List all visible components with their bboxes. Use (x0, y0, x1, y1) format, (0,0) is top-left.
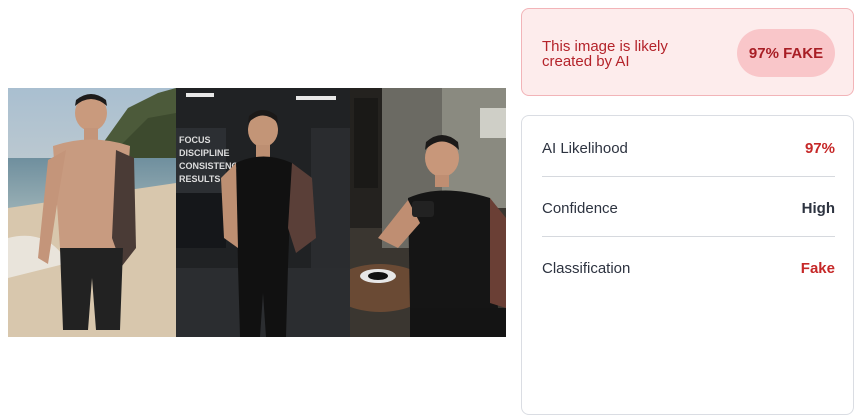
analysis-details-panel: AI Likelihood 97% Confidence High Classi… (521, 115, 854, 415)
photo-gym: FOCUS DISCIPLINE CONSISTENCY RESULTS (176, 88, 350, 337)
detail-row-confidence: Confidence High (542, 180, 835, 237)
detail-value: 97% (804, 139, 835, 157)
svg-text:RESULTS: RESULTS (179, 174, 220, 184)
detail-row-classification: Classification Fake (542, 240, 835, 296)
photo-cafe (350, 88, 506, 337)
result-banner: This image is likely created by AI 97% F… (521, 8, 854, 96)
result-message: This image is likely created by AI (542, 38, 668, 70)
detail-label: AI Likelihood (542, 139, 628, 157)
detail-label: Classification (542, 259, 631, 277)
detail-label: Confidence (542, 199, 618, 217)
detail-value: High (801, 199, 835, 217)
detail-value: Fake (800, 259, 835, 277)
svg-text:FOCUS: FOCUS (179, 135, 211, 145)
fake-score-badge: 97% FAKE (737, 29, 835, 77)
analyzed-image: FOCUS DISCIPLINE CONSISTENCY RESULTS (8, 88, 506, 337)
detail-row-ai-likelihood: AI Likelihood 97% (542, 120, 835, 177)
photo-beach (8, 88, 176, 337)
svg-text:DISCIPLINE: DISCIPLINE (179, 148, 230, 158)
